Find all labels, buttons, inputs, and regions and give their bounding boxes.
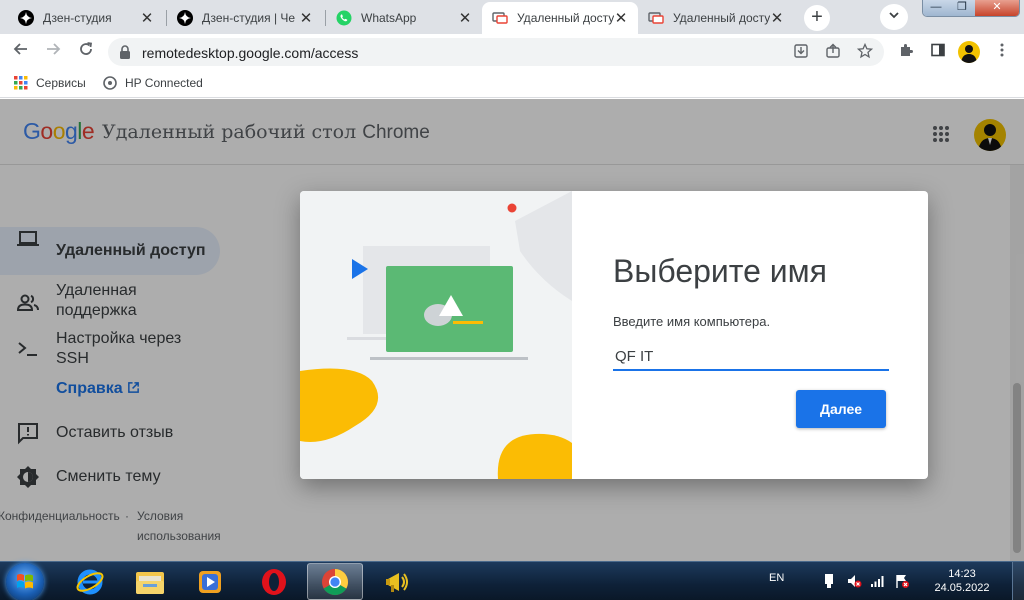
- share-icon[interactable]: [824, 43, 842, 61]
- windows-logo-icon: [17, 574, 33, 589]
- tab-title: Дзен-студия | Че: [202, 11, 296, 25]
- taskbar-media-player[interactable]: [182, 563, 238, 600]
- remote-desktop-icon: [648, 10, 664, 26]
- taskbar-chrome[interactable]: [307, 563, 363, 600]
- extensions-icon[interactable]: [896, 42, 916, 62]
- bookmark-label: Сервисы: [36, 76, 86, 90]
- whatsapp-icon: [336, 10, 352, 26]
- side-panel-icon[interactable]: [928, 42, 948, 62]
- hp-icon: [103, 76, 117, 90]
- tab-zen-studio-1[interactable]: Дзен-студия ✕: [8, 2, 164, 34]
- choose-name-dialog: Выберите имя Введите имя компьютера. Дал…: [300, 191, 928, 479]
- dialog-label: Введите имя компьютера.: [613, 314, 771, 329]
- arrow-left-icon: [13, 43, 27, 55]
- taskbar-clock[interactable]: 14:23 24.05.2022: [930, 567, 994, 595]
- computer-illustration: [300, 191, 572, 479]
- tab-title: Дзен-студия: [43, 11, 112, 25]
- start-button[interactable]: [6, 563, 44, 600]
- tab-strip: Дзен-студия ✕ Дзен-студия | Че ✕ WhatsAp…: [0, 0, 1024, 34]
- zen-icon: [177, 10, 193, 26]
- zen-icon: [18, 10, 34, 26]
- tab-title: Удаленный досту: [673, 11, 770, 25]
- tab-search-button[interactable]: [880, 4, 908, 30]
- remote-desktop-icon: [492, 10, 508, 26]
- close-icon[interactable]: ✕: [299, 9, 313, 27]
- tab-whatsapp[interactable]: WhatsApp ✕: [326, 2, 482, 34]
- bookmark-star-icon[interactable]: [856, 42, 874, 61]
- tab-title: WhatsApp: [361, 11, 417, 25]
- chrome-icon: [322, 568, 349, 595]
- address-bar[interactable]: remotedesktop.google.com/access: [108, 38, 884, 66]
- lock-icon: [120, 45, 130, 59]
- media-player-icon: [199, 570, 221, 593]
- dialog-title: Выберите имя: [613, 253, 827, 289]
- apps-grid-icon: [14, 76, 28, 90]
- close-icon[interactable]: ✕: [458, 9, 472, 27]
- reload-button[interactable]: [74, 40, 98, 64]
- windows-taskbar: EN 14:23 24.05.2022: [0, 561, 1024, 600]
- taskbar-network-icon[interactable]: [870, 573, 886, 592]
- taskbar-volume-muted-icon[interactable]: [846, 573, 862, 592]
- maximize-button[interactable]: ❐: [949, 0, 975, 16]
- browser-toolbar: remotedesktop.google.com/access: [0, 34, 1024, 70]
- bookmark-label: HP Connected: [125, 76, 203, 90]
- close-icon[interactable]: ✕: [614, 9, 628, 27]
- page-content: Google Удаленный рабочий стол Chrome Уда…: [0, 99, 1024, 561]
- opera-icon: [262, 568, 286, 595]
- tab-remote-desktop-active[interactable]: Удаленный досту ✕: [482, 2, 638, 34]
- tab-remote-desktop-2[interactable]: Удаленный досту ✕: [638, 2, 794, 34]
- download-icon[interactable]: [792, 43, 810, 61]
- close-window-button[interactable]: ✕: [975, 0, 1019, 16]
- tab-zen-studio-2[interactable]: Дзен-студия | Че ✕: [167, 2, 323, 34]
- taskbar-opera[interactable]: [246, 563, 302, 600]
- close-icon[interactable]: ✕: [770, 9, 784, 27]
- bookmark-hp-connected[interactable]: HP Connected: [103, 76, 203, 90]
- bookmark-services[interactable]: Сервисы: [14, 76, 86, 90]
- close-icon[interactable]: ✕: [140, 9, 154, 27]
- bookmarks-bar: Сервисы HP Connected: [0, 70, 1024, 98]
- url-text: remotedesktop.google.com/access: [142, 45, 359, 61]
- new-tab-button[interactable]: +: [804, 5, 830, 31]
- menu-kebab-icon[interactable]: [992, 42, 1012, 62]
- chevron-down-icon: [889, 12, 899, 19]
- taskbar-explorer[interactable]: [122, 563, 178, 600]
- next-button[interactable]: Далее: [796, 390, 886, 428]
- arrow-right-icon: [47, 43, 61, 55]
- clock-date: 24.05.2022: [934, 582, 990, 594]
- window-controls: — ❐ ✕: [922, 0, 1020, 17]
- taskbar-internet-explorer[interactable]: [62, 563, 118, 600]
- profile-avatar[interactable]: [958, 41, 980, 63]
- computer-name-input[interactable]: [613, 343, 889, 371]
- language-indicator[interactable]: EN: [769, 572, 784, 584]
- taskbar-announcer[interactable]: [370, 563, 426, 600]
- forward-button[interactable]: [41, 40, 65, 64]
- taskbar-action-center-icon[interactable]: [894, 573, 910, 592]
- show-desktop-button[interactable]: [1012, 562, 1024, 600]
- tab-title: Удаленный досту: [517, 11, 614, 25]
- internet-explorer-icon: [76, 569, 104, 594]
- clock-time: 14:23: [948, 568, 976, 580]
- folder-icon: [136, 571, 164, 594]
- minimize-button[interactable]: —: [923, 0, 949, 16]
- taskbar-usb-icon[interactable]: [822, 573, 836, 592]
- back-button[interactable]: [9, 40, 33, 64]
- reload-icon: [80, 42, 93, 55]
- megaphone-icon: [386, 572, 408, 592]
- user-silhouette-icon: [961, 45, 977, 63]
